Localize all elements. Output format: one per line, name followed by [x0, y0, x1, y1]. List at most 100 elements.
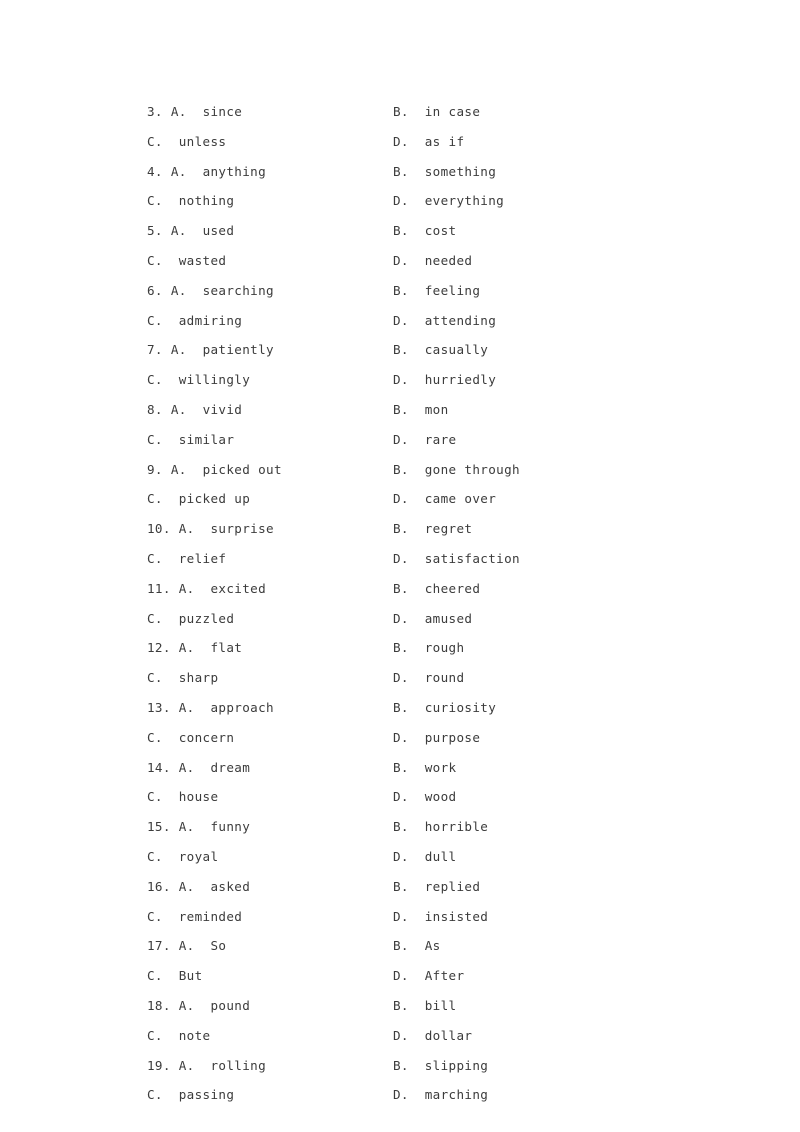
option-label: A.	[178, 819, 195, 835]
option-right: B. cheered	[393, 574, 480, 604]
option-text: round	[424, 670, 465, 686]
question-number: 16.	[147, 878, 171, 894]
option-label: B.	[393, 997, 409, 1013]
option-row: 7. A. patiently B. casually	[147, 335, 747, 365]
option-left: C. But	[147, 961, 203, 991]
question-number: 10.	[147, 521, 171, 537]
option-label: D.	[393, 789, 409, 805]
option-text: rough	[424, 640, 465, 656]
option-text: But	[178, 968, 203, 984]
option-right: B. bill	[393, 991, 456, 1021]
question-number: 5.	[147, 223, 163, 239]
option-right: B. in case	[393, 97, 480, 127]
option-left: 11. A. excited	[147, 574, 266, 604]
option-left: C. passing	[147, 1080, 234, 1110]
option-label: B.	[393, 461, 409, 477]
option-text: picked up	[178, 491, 251, 507]
question-number: 15.	[147, 819, 171, 835]
question-number: 13.	[147, 699, 171, 715]
option-text: unless	[178, 133, 227, 149]
option-left: C. wasted	[147, 246, 226, 276]
option-right: D. attending	[393, 306, 496, 336]
option-row: 12. A. flat B. rough	[147, 633, 747, 663]
option-row: 18. A. pound B. bill	[147, 991, 747, 1021]
option-right: B. something	[393, 157, 496, 187]
option-right: B. regret	[393, 514, 472, 544]
option-label: A.	[178, 759, 195, 775]
option-right: D. purpose	[393, 723, 480, 753]
option-right: D. After	[393, 961, 464, 991]
option-right: D. everything	[393, 186, 504, 216]
option-text: royal	[178, 848, 219, 864]
option-label: A.	[178, 938, 195, 954]
option-text: anything	[202, 163, 267, 179]
option-right: D. hurriedly	[393, 365, 496, 395]
option-text: asked	[210, 878, 251, 894]
option-label: D.	[393, 908, 409, 924]
option-label: B.	[393, 163, 409, 179]
option-row: C. note D. dollar	[147, 1021, 747, 1051]
question-number: 11.	[147, 580, 171, 596]
question-number: 8.	[147, 401, 163, 417]
option-right: B. cost	[393, 216, 456, 246]
question-number: 14.	[147, 759, 171, 775]
option-left: C. picked up	[147, 484, 250, 514]
option-label: C.	[147, 193, 163, 209]
option-label: C.	[147, 133, 163, 149]
option-text: regret	[424, 521, 473, 537]
option-text: in case	[424, 104, 481, 119]
option-right: D. dull	[393, 842, 456, 872]
option-label: C.	[147, 670, 163, 686]
option-left: 8. A. vivid	[147, 395, 242, 425]
option-label: A.	[170, 163, 187, 179]
option-text: surprise	[210, 521, 274, 537]
option-row: C. royal D. dull	[147, 842, 747, 872]
option-label: C.	[147, 431, 163, 447]
option-left: C. relief	[147, 544, 226, 574]
option-left: C. royal	[147, 842, 218, 872]
option-label: C.	[147, 610, 163, 626]
option-left: 7. A. patiently	[147, 335, 274, 365]
option-label: A.	[170, 282, 187, 298]
option-row: C. relief D. satisfaction	[147, 544, 747, 574]
option-text: cost	[424, 223, 457, 239]
option-right: B. As	[393, 931, 441, 961]
option-text: funny	[210, 819, 251, 835]
option-text: similar	[178, 431, 235, 447]
option-left: 12. A. flat	[147, 633, 242, 663]
question-number: 17.	[147, 938, 171, 954]
option-right: D. needed	[393, 246, 472, 276]
option-row: 5. A. used B. cost	[147, 216, 747, 246]
option-text: note	[178, 1027, 211, 1043]
question-number: 19.	[147, 1057, 171, 1073]
option-label: B.	[393, 640, 409, 656]
option-label: C.	[147, 372, 163, 388]
option-text: flat	[210, 640, 243, 656]
option-text: purpose	[424, 729, 481, 745]
option-left: 6. A. searching	[147, 276, 274, 306]
option-row: 6. A. searching B. feeling	[147, 276, 747, 306]
option-text: excited	[210, 580, 267, 596]
option-right: B. slipping	[393, 1051, 488, 1081]
question-number: 18.	[147, 997, 171, 1013]
option-text: attending	[424, 312, 497, 328]
question-number: 3.	[147, 104, 163, 119]
option-left: C. note	[147, 1021, 210, 1051]
option-label: D.	[393, 372, 409, 388]
option-right: B. curiosity	[393, 693, 496, 723]
option-left: C. reminded	[147, 902, 242, 932]
option-right: B. casually	[393, 335, 488, 365]
option-text: used	[202, 223, 235, 239]
question-number: 9.	[147, 461, 163, 477]
option-row: 9. A. picked out B. gone through	[147, 455, 747, 485]
option-text: After	[424, 968, 465, 984]
option-label: B.	[393, 521, 409, 537]
option-row: C. passing D. marching	[147, 1080, 747, 1110]
option-text: slipping	[424, 1057, 489, 1073]
option-text: As	[424, 938, 441, 954]
option-label: C.	[147, 908, 163, 924]
option-row: C. puzzled D. amused	[147, 604, 747, 634]
option-right: B. mon	[393, 395, 449, 425]
option-label: D.	[393, 848, 409, 864]
option-text: reminded	[178, 908, 243, 924]
